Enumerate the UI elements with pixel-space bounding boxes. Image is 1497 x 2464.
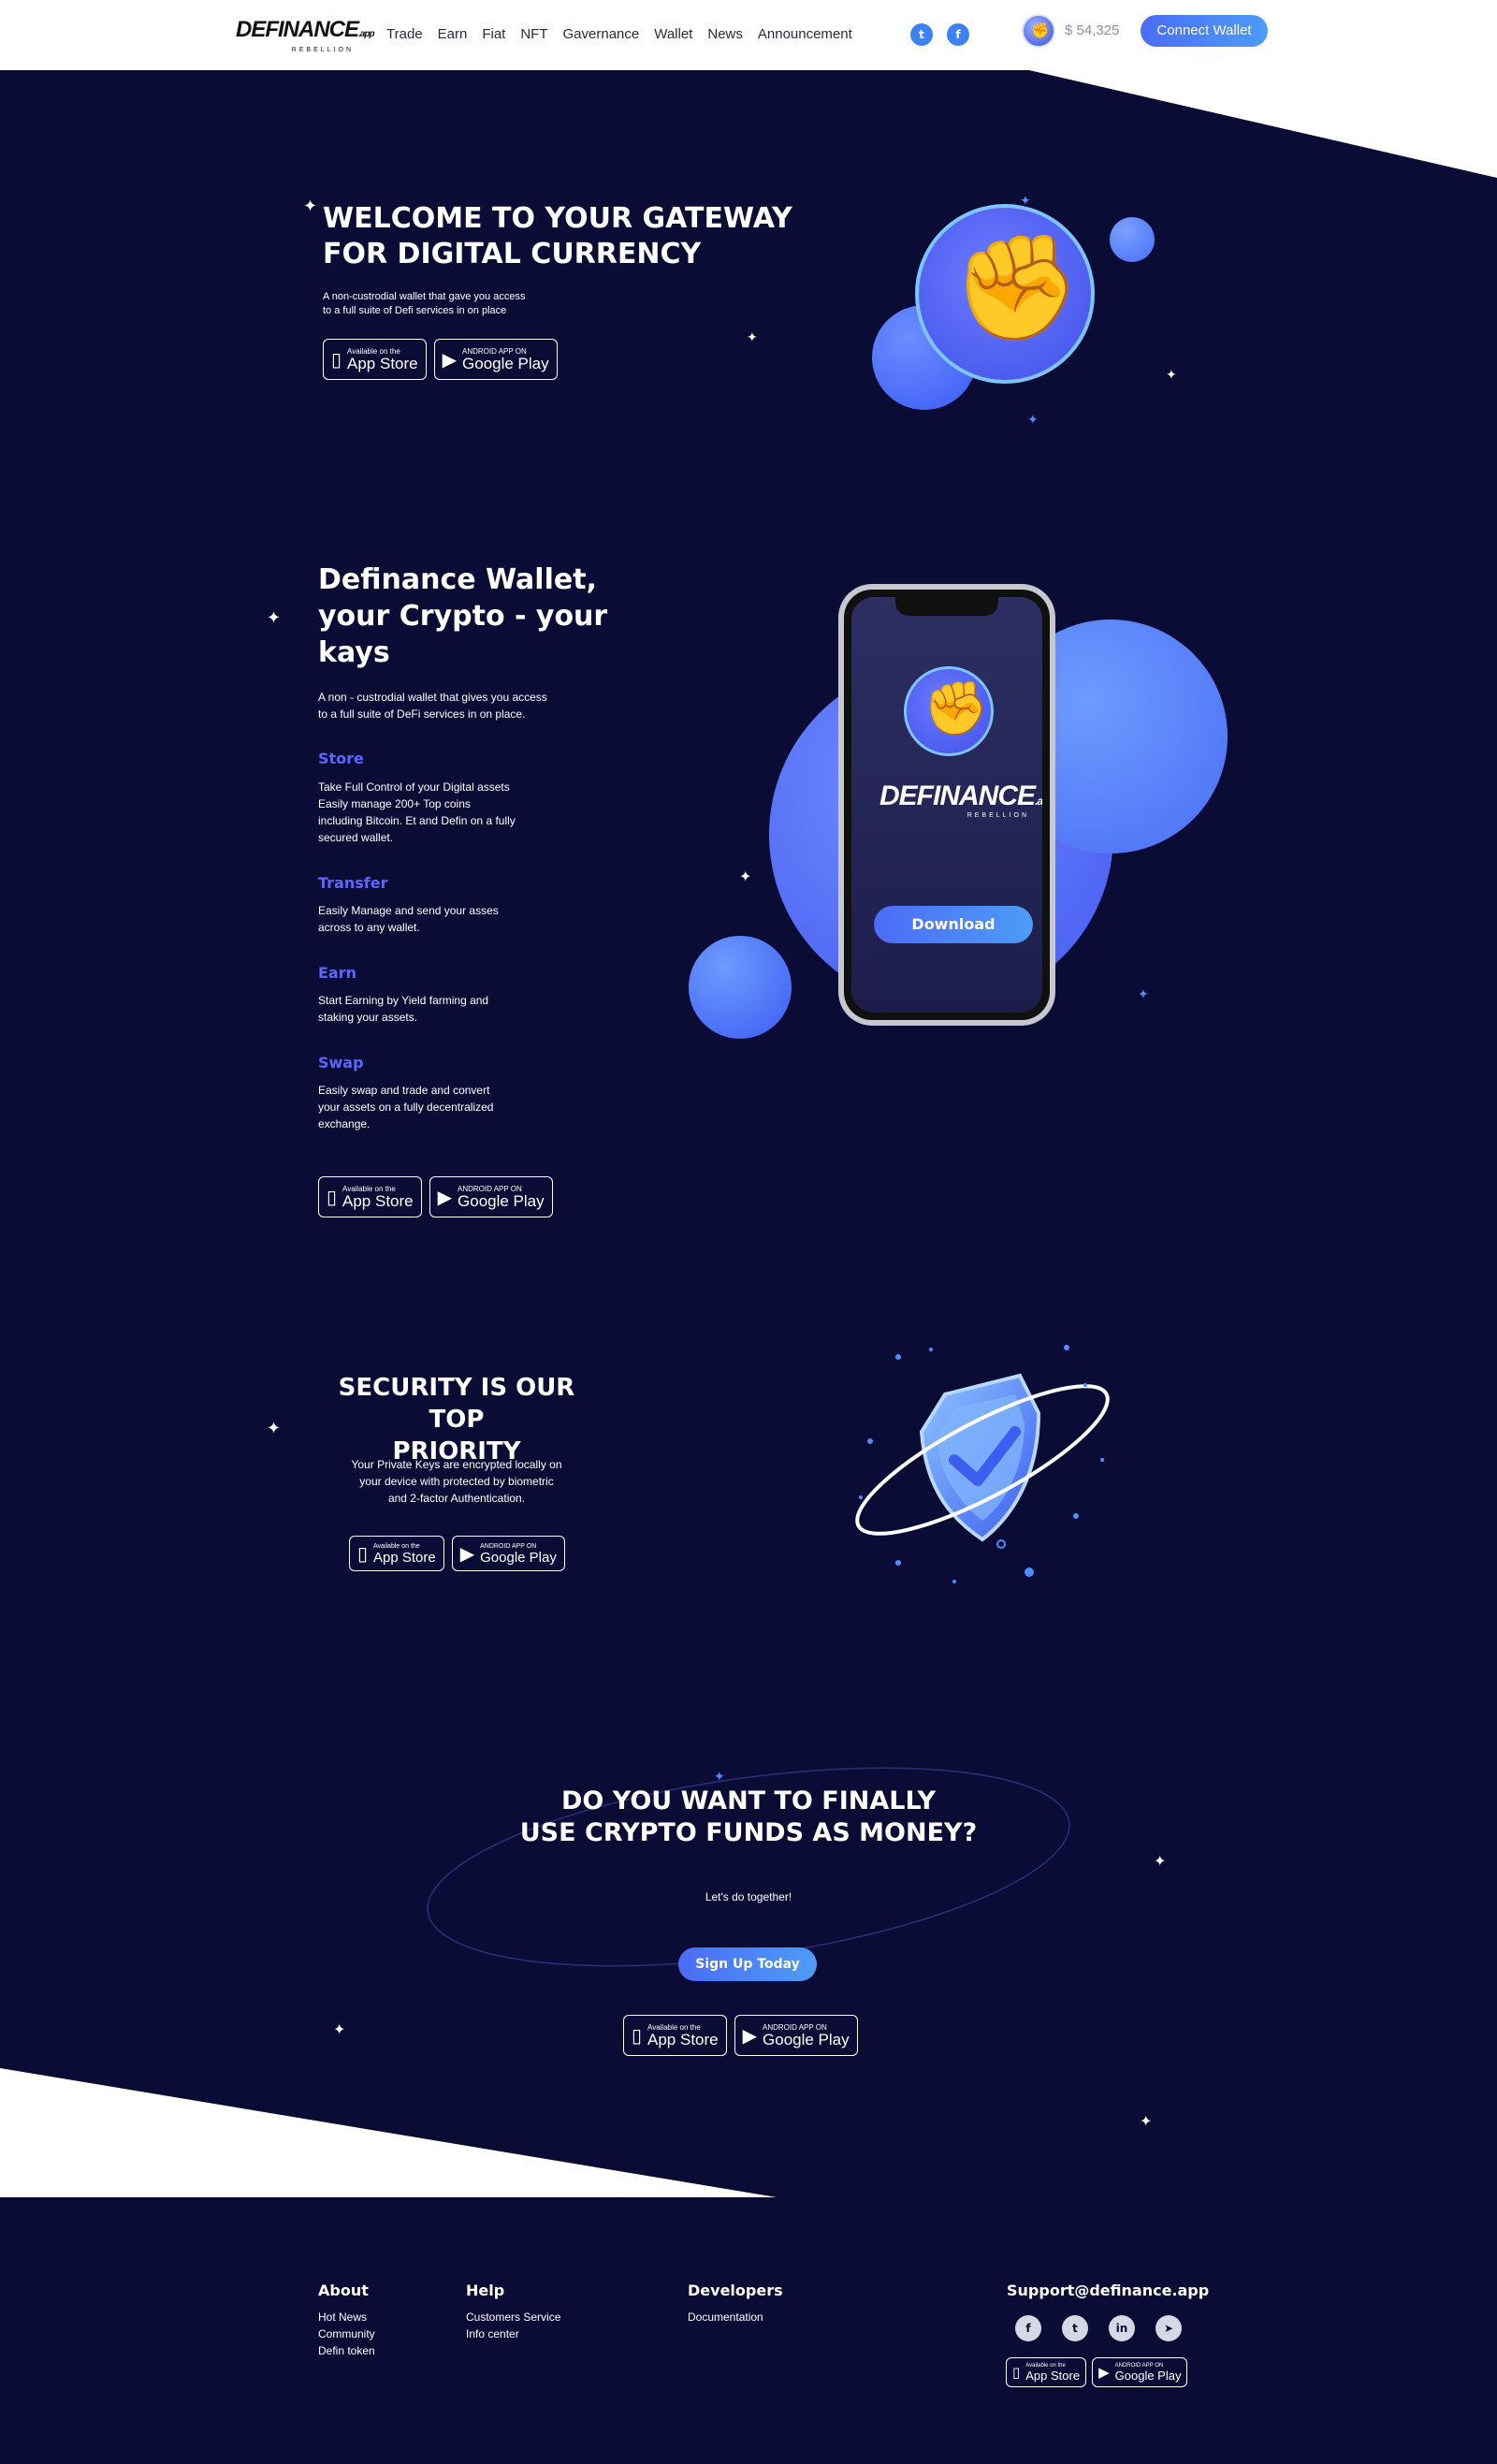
- top-navbar: DEFINANCE.app REBELLION Trade Earn Fiat …: [0, 0, 1497, 70]
- apple-phone-icon: ▯: [632, 2024, 643, 2047]
- security-description: Your Private Keys are encrypted locally …: [351, 1458, 562, 1505]
- sparkle-icon: ✦: [303, 197, 318, 216]
- footer-support: Support@definance.app: [1007, 2282, 1209, 2309]
- play-icon: ▶: [742, 2024, 758, 2047]
- shield-check-icon: [855, 1345, 1110, 1583]
- phone-notch: [895, 597, 998, 616]
- play-icon: ▶: [1098, 2364, 1110, 2381]
- facebook-icon[interactable]: f: [1015, 2315, 1041, 2341]
- twitter-icon[interactable]: t: [910, 23, 933, 46]
- feature-earn-text: Start Earning by Yield farming and staki…: [318, 994, 489, 1024]
- cta-title: DO YOU WANT TO FINALLY USE CRYPTO FUNDS …: [519, 1786, 978, 1847]
- fist-illustration: ✊: [915, 204, 1095, 384]
- security-store-badges: ▯ Available on the App Store ▶ ANDROID AP…: [349, 1536, 565, 1571]
- nav-nft[interactable]: NFT: [520, 26, 547, 42]
- wallet-title: Definance Wallet, your Crypto - your kay…: [318, 563, 608, 669]
- play-icon: ▶: [442, 348, 458, 371]
- feature-store-title: Store: [318, 750, 364, 767]
- connect-wallet-button[interactable]: Connect Wallet: [1141, 15, 1268, 47]
- sparkle-icon: ✦: [1154, 1852, 1167, 1870]
- decor-circle: [1110, 217, 1155, 262]
- footer-developers: Developers Documentation: [688, 2282, 783, 2325]
- fist-icon: ✊: [952, 227, 1081, 347]
- hero-description: A non-custrodial wallet that gave you ac…: [323, 291, 526, 316]
- phone-brand-logo: DEFINANCE.app REBELLION: [879, 780, 1042, 819]
- sparkle-icon: ✦: [739, 868, 752, 885]
- footer-link-defin-token[interactable]: Defin token: [318, 2342, 375, 2359]
- sparkle-icon: ✦: [1138, 987, 1149, 1002]
- nav-announcement[interactable]: Announcement: [758, 26, 852, 42]
- apple-phone-icon: ▯: [357, 1542, 369, 1565]
- nav-news[interactable]: News: [707, 26, 743, 42]
- app-store-badge[interactable]: ▯ Available on the App Store: [318, 1176, 422, 1217]
- fist-illustration: ✊: [904, 666, 994, 756]
- footer-link-community[interactable]: Community: [318, 2325, 375, 2342]
- app-store-badge[interactable]: ▯ Available on the App Store: [323, 339, 427, 380]
- main-nav: Trade Earn Fiat NFT Gavernance Wallet Ne…: [386, 26, 867, 42]
- security-title: SECURITY IS OUR TOP PRIORITY: [338, 1374, 575, 1465]
- sparkle-icon: ✦: [1140, 2112, 1153, 2130]
- nav-gavernance[interactable]: Gavernance: [563, 26, 640, 42]
- bottom-diagonal-shape: [0, 2068, 777, 2197]
- footer-link-documentation[interactable]: Documentation: [688, 2309, 783, 2325]
- hero-store-badges: ▯ Available on the App Store ▶ ANDROID AP…: [323, 339, 558, 380]
- footer-link-hot-news[interactable]: Hot News: [318, 2309, 375, 2325]
- feature-earn-title: Earn: [318, 964, 357, 982]
- linkedin-icon[interactable]: in: [1109, 2315, 1135, 2341]
- apple-phone-icon: ▯: [331, 348, 342, 371]
- play-icon: ▶: [459, 1542, 475, 1565]
- telegram-icon[interactable]: ➤: [1155, 2315, 1182, 2341]
- footer-store-badges: ▯ Available on the App Store ▶ ANDROID AP…: [1006, 2357, 1188, 2387]
- wallet-description: A non - custrodial wallet that gives you…: [318, 691, 547, 721]
- download-button[interactable]: Download: [874, 906, 1033, 943]
- footer-link-info-center[interactable]: Info center: [466, 2325, 560, 2342]
- twitter-icon[interactable]: t: [1062, 2315, 1088, 2341]
- google-play-badge[interactable]: ▶ ANDROID APP ON Google Play: [734, 2015, 858, 2056]
- google-play-badge[interactable]: ▶ ANDROID APP ON Google Play: [451, 1536, 565, 1571]
- sparkle-icon: ✦: [333, 2020, 346, 2038]
- cta-subtitle: Let's do together!: [705, 1890, 792, 1903]
- feature-store-text: Take Full Control of your Digital assets…: [318, 780, 516, 844]
- app-store-badge[interactable]: ▯ Available on the App Store: [623, 2015, 727, 2056]
- facebook-icon[interactable]: f: [947, 23, 969, 46]
- sparkle-icon: ✦: [1027, 413, 1039, 428]
- wallet-balance: $ 54,325: [1065, 22, 1120, 38]
- fist-icon: ✊: [923, 678, 989, 739]
- decor-circle: [689, 936, 792, 1039]
- apple-phone-icon: ▯: [1012, 2364, 1021, 2381]
- footer-help: Help Customers Service Info center: [466, 2282, 561, 2342]
- sparkle-icon: ✦: [1166, 368, 1177, 383]
- nav-trade[interactable]: Trade: [386, 26, 423, 42]
- google-play-badge[interactable]: ▶ ANDROID APP ON Google Play: [433, 339, 558, 380]
- app-store-badge[interactable]: ▯ Available on the App Store: [1006, 2357, 1087, 2387]
- sign-up-button[interactable]: Sign Up Today: [678, 1947, 817, 1981]
- cta-store-badges: ▯ Available on the App Store ▶ ANDROID AP…: [623, 2015, 858, 2056]
- nav-earn[interactable]: Earn: [438, 26, 468, 42]
- feature-swap-text: Easily swap and trade and convert your a…: [318, 1084, 494, 1130]
- sparkle-icon: ✦: [747, 330, 758, 345]
- support-email[interactable]: Support@definance.app: [1007, 2282, 1209, 2299]
- footer-about: About Hot News Community Defin token: [318, 2282, 375, 2359]
- avatar[interactable]: [1022, 14, 1055, 48]
- wallet-store-badges: ▯ Available on the App Store ▶ ANDROID AP…: [318, 1176, 553, 1217]
- google-play-badge[interactable]: ▶ ANDROID APP ON Google Play: [429, 1176, 553, 1217]
- feature-transfer-text: Easily Manage and send your asses across…: [318, 904, 499, 934]
- brand-logo[interactable]: DEFINANCE.app REBELLION: [236, 19, 375, 54]
- hero-title: WELCOME TO YOUR GATEWAY FOR DIGITAL CURR…: [323, 202, 792, 270]
- footer-link-customers-service[interactable]: Customers Service: [466, 2309, 560, 2325]
- sparkle-icon: ✦: [714, 1770, 725, 1785]
- nav-wallet[interactable]: Wallet: [654, 26, 692, 42]
- sparkle-icon: ✦: [267, 1419, 282, 1438]
- play-icon: ▶: [437, 1186, 453, 1208]
- app-store-badge[interactable]: ▯ Available on the App Store: [349, 1536, 444, 1571]
- page: DEFINANCE.app REBELLION Trade Earn Fiat …: [0, 0, 1497, 2464]
- apple-phone-icon: ▯: [327, 1186, 338, 1208]
- feature-swap-title: Swap: [318, 1054, 364, 1072]
- nav-fiat[interactable]: Fiat: [482, 26, 505, 42]
- sparkle-icon: ✦: [267, 608, 282, 628]
- feature-transfer-title: Transfer: [318, 874, 388, 892]
- phone-mockup: ✊ DEFINANCE.app REBELLION Download: [838, 584, 1055, 1026]
- google-play-badge[interactable]: ▶ ANDROID APP ON Google Play: [1092, 2357, 1188, 2387]
